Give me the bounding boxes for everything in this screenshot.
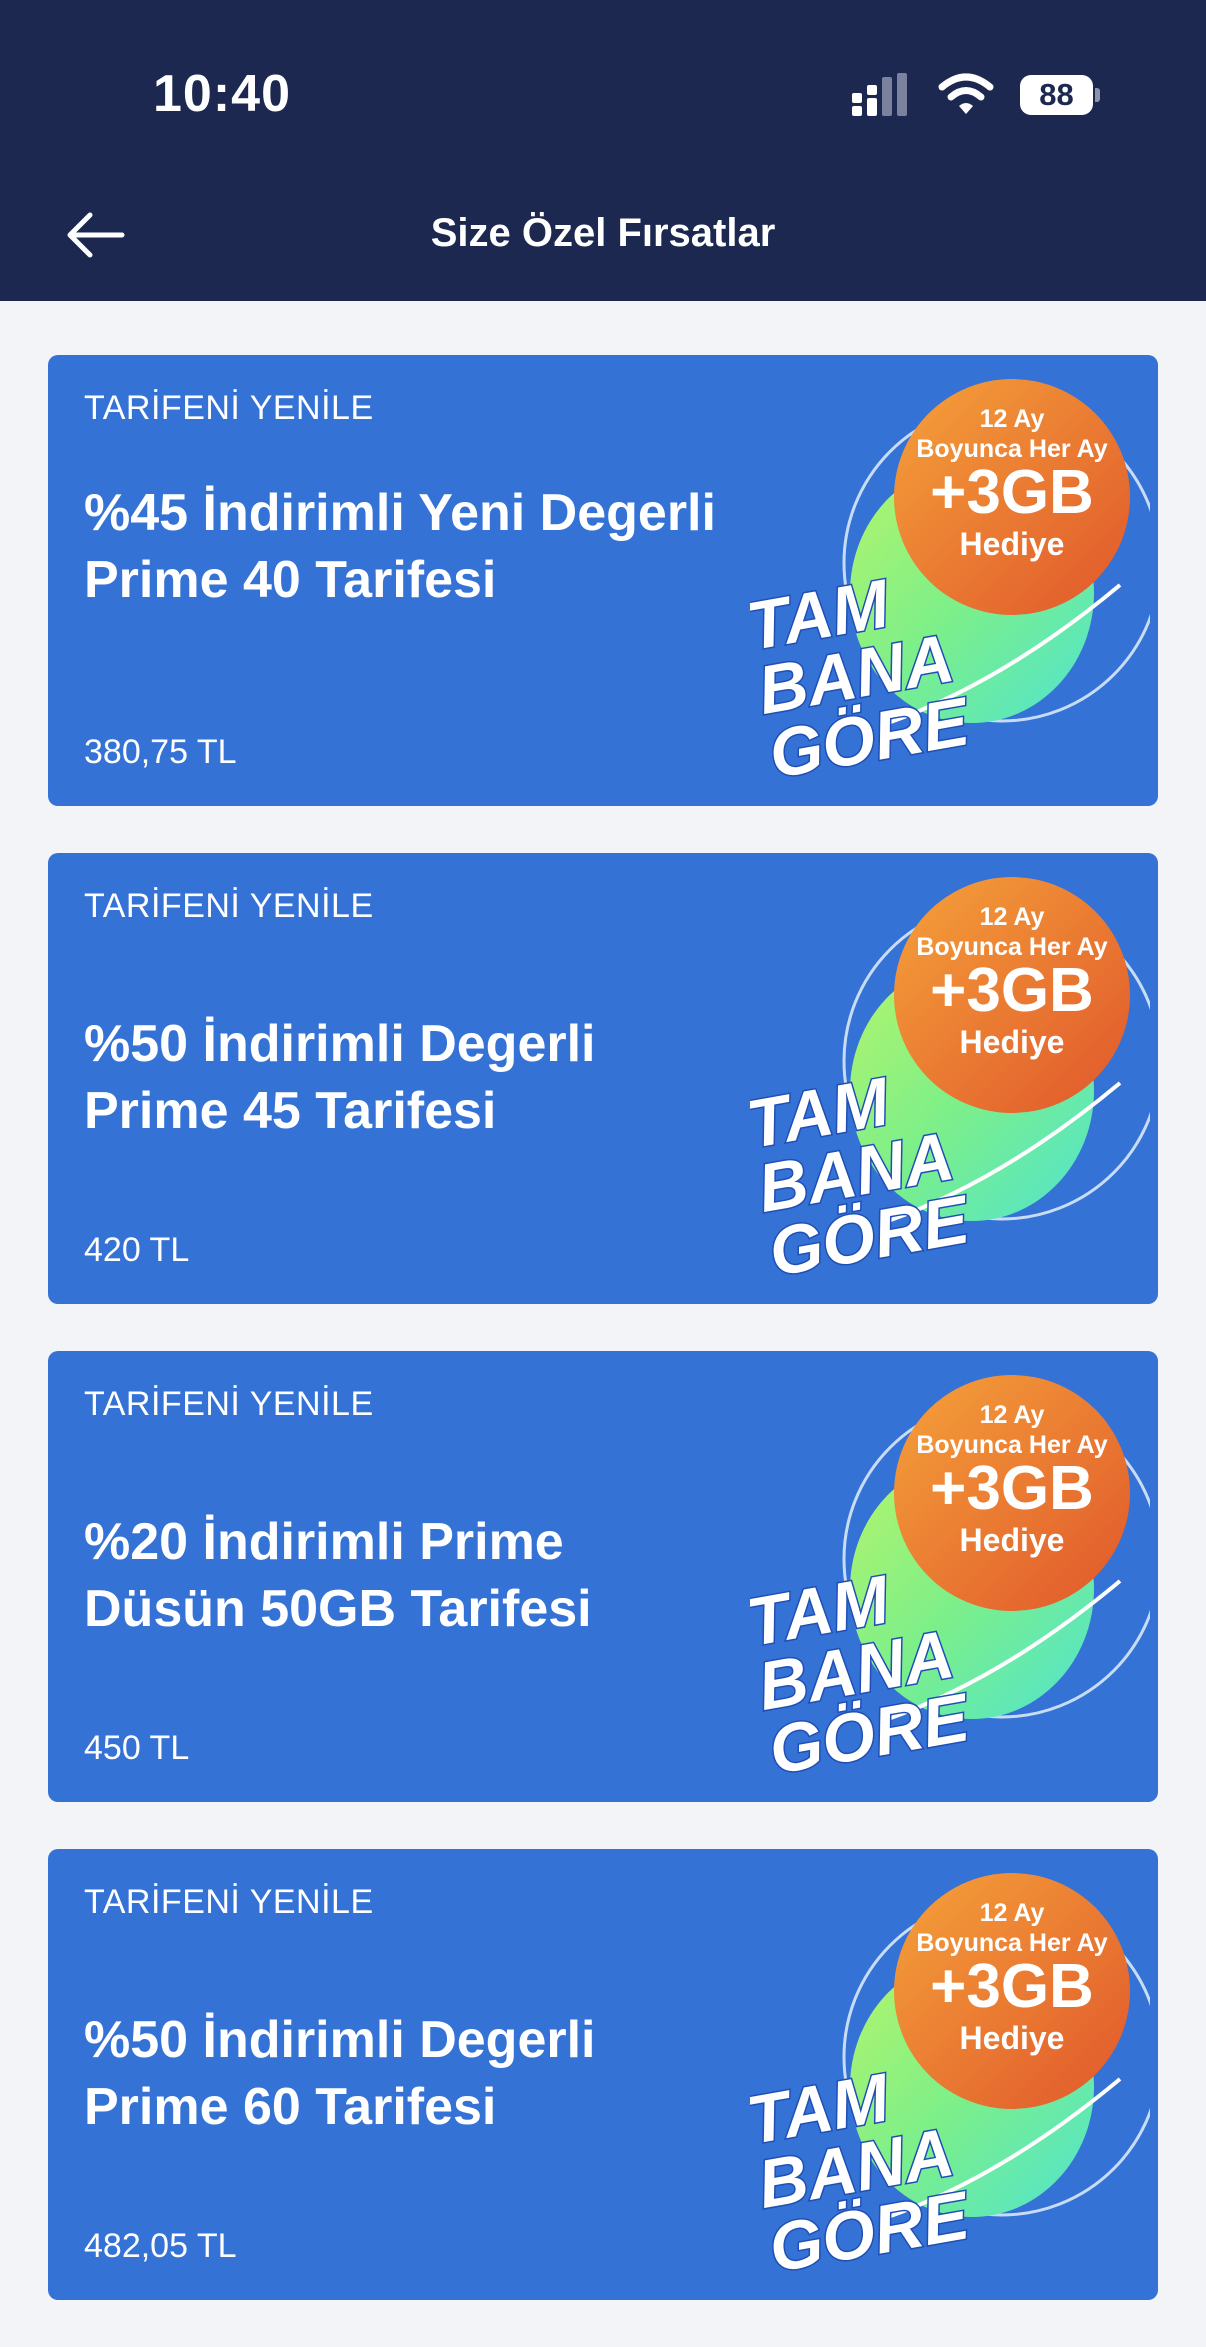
badge-line3: +3GB	[930, 1952, 1094, 2021]
badge-line4: Hediye	[960, 1522, 1065, 1558]
offer-tag: TARİFENİ YENİLE	[84, 1883, 374, 1921]
offer-price: 482,05 TL	[84, 2227, 237, 2265]
offer-price: 380,75 TL	[84, 733, 237, 771]
offer-title: %45 İndirimli Yeni Degerli Prime 40 Tari…	[84, 484, 716, 609]
badge-line3: +3GB	[930, 458, 1094, 527]
top-bar: 10:40 88 Size Özel Fırsatlar	[0, 0, 1206, 301]
badge-line1: 12 Ay	[980, 1899, 1045, 1927]
promo-badge-graphic: 12 Ay Boyunca Her Ay +3GB Hediye TAM BAN…	[750, 877, 1150, 1293]
badge-line4: Hediye	[960, 526, 1065, 562]
offer-list: TARİFENİ YENİLE %45 İndirimli Yeni Deger…	[48, 355, 1158, 2347]
cellular-signal-icon	[852, 73, 907, 116]
battery-cap	[1095, 88, 1100, 102]
offer-card[interactable]: TARİFENİ YENİLE %50 İndirimli Degerli Pr…	[48, 853, 1158, 1304]
page-title: Size Özel Fırsatlar	[430, 211, 776, 255]
badge-line4: Hediye	[960, 1024, 1065, 1060]
offer-title: %50 İndirimli Degerli Prime 60 Tarifesi	[84, 2011, 596, 2136]
promo-badge-graphic: 12 Ay Boyunca Her Ay +3GB Hediye TAM BAN…	[750, 379, 1150, 795]
offer-card[interactable]: TARİFENİ YENİLE %50 İndirimli Degerli Pr…	[48, 1849, 1158, 2300]
offer-price: 450 TL	[84, 1729, 190, 1767]
offer-tag: TARİFENİ YENİLE	[84, 887, 374, 925]
badge-line1: 12 Ay	[980, 903, 1045, 931]
badge-line1: 12 Ay	[980, 405, 1045, 433]
battery-icon: 88	[1020, 75, 1100, 115]
offer-card[interactable]: TARİFENİ YENİLE %20 İndirimli Prime Düsü…	[48, 1351, 1158, 1802]
battery-level: 88	[1020, 75, 1094, 115]
offer-price: 420 TL	[84, 1231, 190, 1269]
badge-line3: +3GB	[930, 956, 1094, 1025]
badge-line1: 12 Ay	[980, 1401, 1045, 1429]
badge-line4: Hediye	[960, 2020, 1065, 2056]
offer-tag: TARİFENİ YENİLE	[84, 389, 374, 427]
offer-card[interactable]: TARİFENİ YENİLE %45 İndirimli Yeni Deger…	[48, 355, 1158, 806]
wifi-icon	[938, 73, 994, 114]
offer-title: %20 İndirimli Prime Düsün 50GB Tarifesi	[84, 1513, 592, 1638]
badge-line3: +3GB	[930, 1454, 1094, 1523]
status-icons: 88	[850, 73, 1100, 117]
promo-badge-graphic: 12 Ay Boyunca Her Ay +3GB Hediye TAM BAN…	[750, 1375, 1150, 1791]
status-time: 10:40	[153, 65, 291, 123]
offer-tag: TARİFENİ YENİLE	[84, 1385, 374, 1423]
offer-title: %50 İndirimli Degerli Prime 45 Tarifesi	[84, 1015, 596, 1140]
promo-badge-graphic: 12 Ay Boyunca Her Ay +3GB Hediye TAM BAN…	[750, 1873, 1150, 2289]
